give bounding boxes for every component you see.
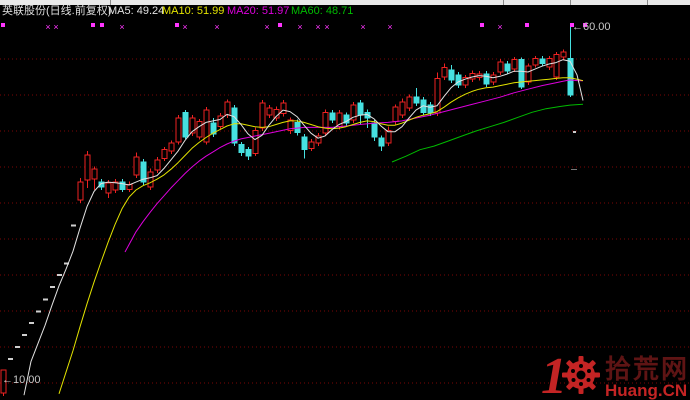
sell-mark	[175, 23, 179, 27]
candle-down[interactable]	[518, 57, 525, 90]
sell-mark: ×	[324, 22, 329, 32]
sell-mark: ×	[497, 22, 502, 32]
candle-down[interactable]	[455, 71, 462, 88]
candle-dash[interactable]	[15, 346, 20, 348]
candle-up[interactable]	[175, 115, 182, 145]
ma10-line	[58, 77, 584, 394]
candle-up[interactable]	[434, 72, 441, 116]
sell-mark: ×	[315, 22, 320, 32]
candle-up[interactable]	[217, 113, 224, 130]
sell-mark: ×	[214, 22, 219, 32]
sell-mark	[91, 23, 95, 27]
sell-mark: ×	[297, 22, 302, 32]
watermark-logo: 1 拾荒网 Huang.CN	[541, 351, 689, 400]
candle-up[interactable]	[168, 140, 175, 155]
candle-down[interactable]	[448, 64, 455, 83]
candle-dash[interactable]	[50, 286, 55, 289]
stock-chart-window: 英联股份(日线.前复权) MA5: 49.24 MA10: 51.99 MA20…	[0, 0, 690, 400]
candle-up[interactable]	[546, 56, 553, 70]
sell-mark	[278, 23, 282, 27]
candle-up[interactable]	[112, 179, 119, 193]
candle-up[interactable]	[133, 152, 140, 178]
candle-up[interactable]	[196, 118, 203, 140]
candle-down[interactable]	[343, 112, 350, 126]
price-marker-high: ←60.00	[572, 21, 611, 33]
candle-dash[interactable]	[22, 333, 27, 336]
stray-mark	[571, 169, 577, 170]
candle-dash[interactable]	[36, 310, 41, 313]
candle-up[interactable]	[322, 109, 329, 137]
sell-mark: ×	[387, 22, 392, 32]
candle-up[interactable]	[154, 156, 161, 173]
sell-mark	[100, 23, 104, 27]
candle-up[interactable]	[259, 100, 266, 131]
candle-up[interactable]	[399, 98, 406, 119]
sell-mark	[1, 23, 5, 27]
candle-dash[interactable]	[8, 358, 13, 361]
watermark-site-name-en: Huang.CN	[604, 381, 688, 400]
candle-up[interactable]	[280, 100, 287, 117]
sell-mark: ×	[182, 22, 187, 32]
candle-down[interactable]	[301, 133, 308, 159]
candle-dash[interactable]	[57, 274, 62, 276]
candle-down[interactable]	[504, 61, 511, 75]
sell-mark: ×	[264, 22, 269, 32]
sell-mark	[480, 23, 484, 27]
candle-up[interactable]	[147, 168, 154, 191]
candle-up[interactable]	[266, 105, 273, 119]
candle-down[interactable]	[483, 71, 490, 88]
candle-up[interactable]	[490, 71, 497, 85]
candle-up[interactable]	[553, 51, 560, 80]
candle-up[interactable]	[126, 181, 133, 193]
candle-up[interactable]	[308, 138, 315, 152]
candle-up[interactable]	[315, 133, 322, 147]
candle-down[interactable]	[245, 146, 252, 160]
candle-up[interactable]	[91, 166, 98, 191]
candle-up[interactable]	[462, 74, 469, 88]
candle-up[interactable]	[77, 177, 84, 203]
candle-dash[interactable]	[43, 298, 48, 301]
sell-mark: ×	[119, 22, 124, 32]
candle-up[interactable]	[497, 59, 504, 75]
candle-up[interactable]	[84, 151, 91, 188]
gear-icon	[561, 355, 601, 400]
candle-up[interactable]	[560, 49, 567, 60]
candle-down[interactable]	[413, 87, 420, 106]
candle-down[interactable]	[329, 110, 336, 124]
candle-down[interactable]	[140, 159, 147, 185]
ma60-line	[391, 103, 584, 163]
sell-mark	[525, 23, 529, 27]
stray-mark	[573, 131, 576, 133]
candle-dash[interactable]	[71, 224, 76, 227]
sell-mark: ×	[53, 22, 58, 32]
ma5-line	[23, 59, 584, 396]
candle-up[interactable]	[161, 146, 168, 162]
sell-mark: ×	[45, 22, 50, 32]
candle-up[interactable]	[532, 56, 539, 68]
candle-up[interactable]	[406, 94, 413, 111]
price-marker-low: ←10.00	[2, 374, 41, 386]
candle-up[interactable]	[350, 102, 357, 124]
candle-down[interactable]	[238, 141, 245, 157]
candle-down[interactable]	[567, 23, 574, 98]
watermark-site-name-cn: 拾荒网	[604, 353, 689, 384]
candle-dash[interactable]	[29, 322, 34, 325]
candle-down[interactable]	[539, 56, 546, 67]
candle-up[interactable]	[203, 107, 210, 145]
candle-down[interactable]	[364, 109, 371, 129]
candlestick-chart[interactable]: × × × × × × × × × × × ×	[0, 0, 690, 400]
candle-down[interactable]	[182, 110, 189, 139]
candle-down[interactable]	[378, 135, 385, 152]
candle-up[interactable]	[252, 127, 259, 157]
candle-up[interactable]	[441, 63, 448, 80]
sell-mark: ×	[360, 22, 365, 32]
candle-up[interactable]	[385, 126, 392, 147]
candle-down[interactable]	[119, 179, 126, 193]
